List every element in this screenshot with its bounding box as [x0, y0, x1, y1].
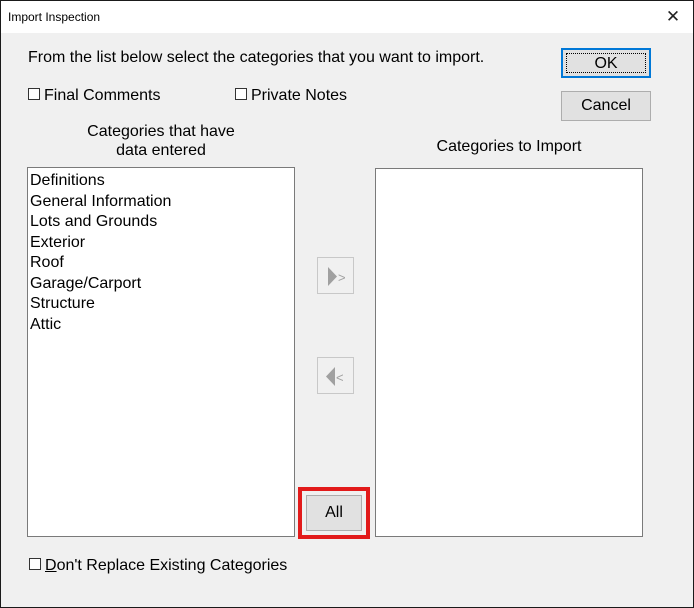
private-notes-checkbox-box[interactable] [235, 88, 247, 100]
list-item[interactable]: Definitions [28, 171, 294, 192]
categories-to-import-list[interactable] [375, 168, 643, 537]
list-item[interactable]: Roof [28, 253, 294, 274]
move-left-icon: < [326, 367, 344, 386]
cancel-button[interactable]: Cancel [561, 91, 651, 121]
list-item[interactable]: Garage/Carport [28, 274, 294, 295]
right-list-header: Categories to Import [436, 138, 582, 155]
add-category-button[interactable]: > [317, 257, 354, 294]
window-title: Import Inspection [8, 10, 101, 24]
import-inspection-dialog: Import Inspection ✕ From the list below … [0, 0, 694, 608]
final-comments-checkbox[interactable]: Final Comments [28, 87, 160, 105]
remove-category-button[interactable]: < [317, 357, 354, 394]
dont-replace-label: on't Replace Existing Categories [56, 557, 288, 574]
instruction-text: From the list below select the categorie… [28, 49, 485, 66]
svg-text:>: > [338, 270, 346, 285]
list-item[interactable]: Lots and Grounds [28, 212, 294, 233]
left-list-header: Categories that have data entered [31, 122, 291, 160]
available-categories-list[interactable]: Definitions General Information Lots and G… [27, 167, 295, 537]
private-notes-checkbox[interactable]: Private Notes [235, 87, 347, 105]
final-comments-checkbox-box[interactable] [28, 88, 40, 100]
list-item[interactable]: Structure [28, 294, 294, 315]
all-button[interactable]: All [306, 495, 362, 531]
list-item[interactable]: Attic [28, 315, 294, 336]
left-list-header-line1: Categories that have [87, 123, 235, 140]
list-item[interactable]: Exterior [28, 233, 294, 254]
list-item[interactable]: General Information [28, 192, 294, 213]
title-bar: Import Inspection ✕ [1, 1, 693, 33]
move-right-icon: > [328, 267, 346, 286]
ok-button[interactable]: OK [561, 48, 651, 78]
left-list-header-line2: data entered [116, 142, 206, 159]
private-notes-label: Private Notes [251, 87, 348, 104]
available-categories-items: Definitions General Information Lots and G… [28, 168, 294, 335]
svg-text:<: < [336, 370, 344, 385]
dont-replace-mnemonic: D [45, 557, 57, 574]
final-comments-label: Final Comments [44, 87, 161, 104]
dont-replace-checkbox-box[interactable] [29, 558, 41, 570]
close-icon[interactable]: ✕ [663, 7, 683, 27]
dont-replace-checkbox[interactable]: Don't Replace Existing Categories [29, 557, 287, 575]
